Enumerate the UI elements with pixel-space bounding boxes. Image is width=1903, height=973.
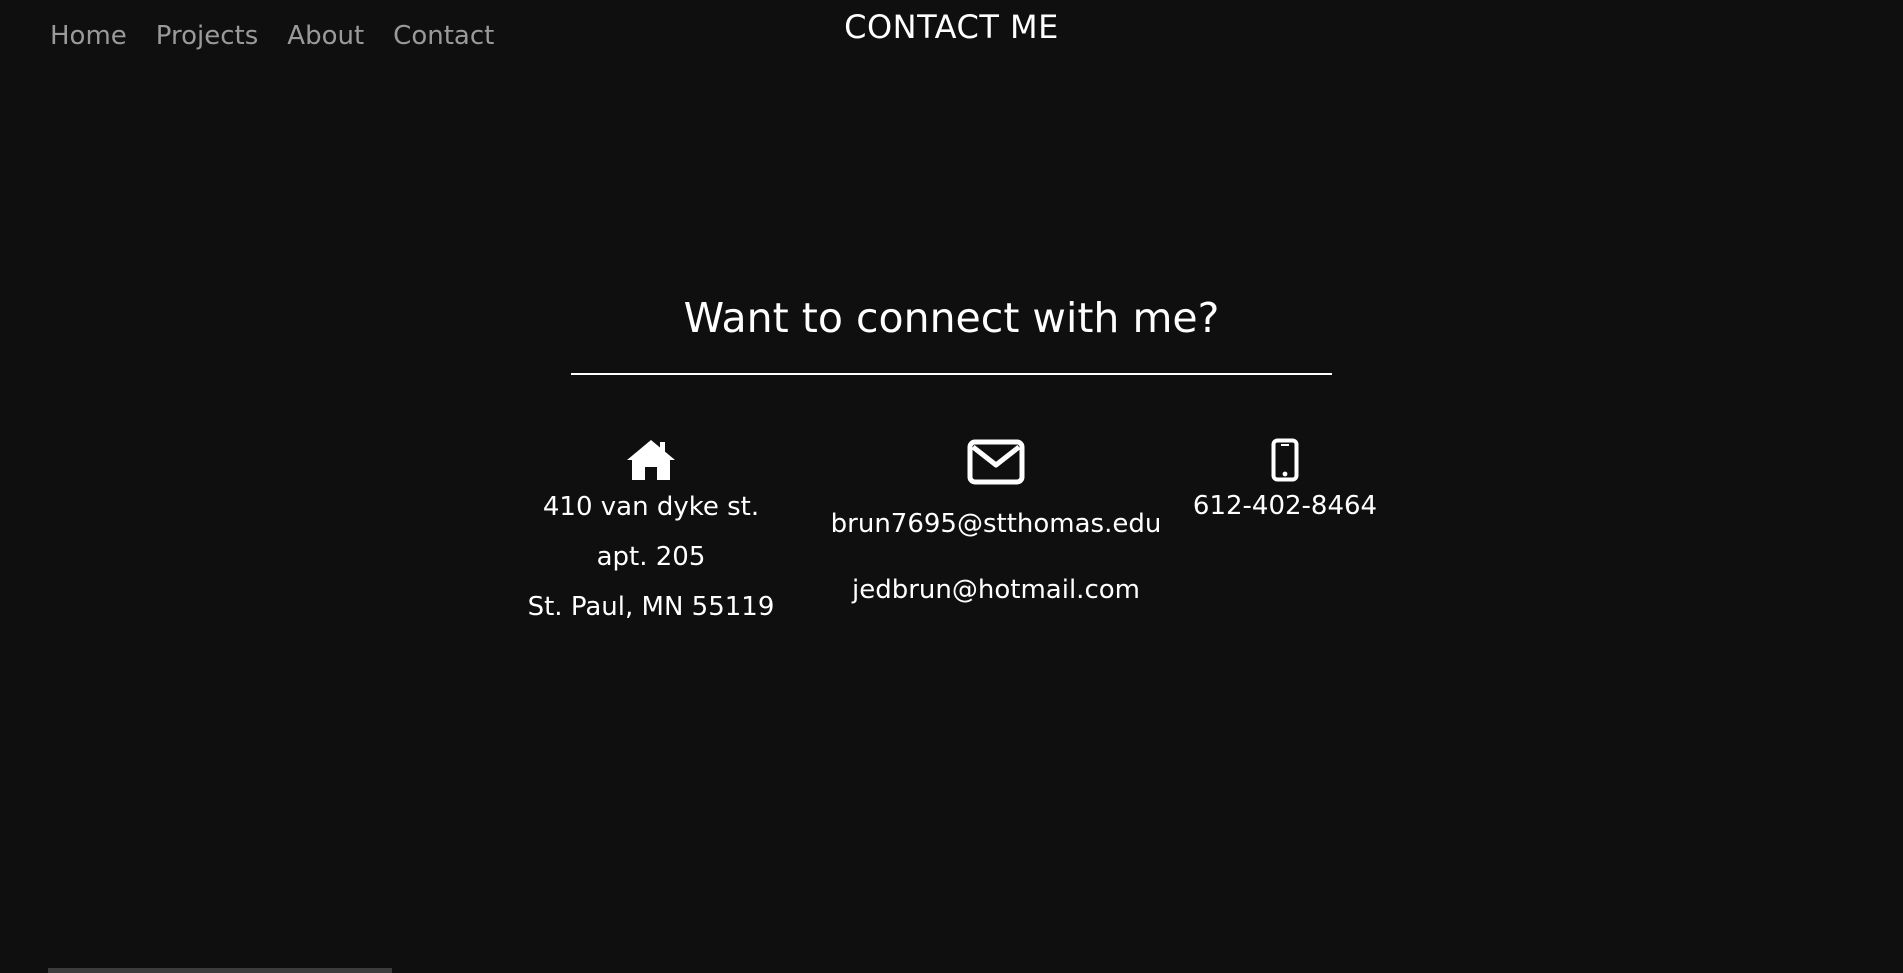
headline-divider <box>571 373 1332 375</box>
mobile-phone-icon <box>1271 438 1299 482</box>
email-link-primary[interactable]: brun7695@stthomas.edu <box>815 506 1177 542</box>
phone-number[interactable]: 612-402-8464 <box>1164 488 1406 524</box>
phone-block: 612-402-8464 <box>1164 438 1406 524</box>
contact-page: Home Projects About Contact CONTACT ME W… <box>0 0 1903 973</box>
address-line-2: apt. 205 <box>596 542 706 572</box>
envelope-icon <box>967 439 1025 485</box>
address-line-3: St. Paul, MN 55119 <box>527 592 775 622</box>
horizontal-scrollbar-thumb[interactable] <box>48 968 392 973</box>
email-block: brun7695@stthomas.edu jedbrun@hotmail.co… <box>815 438 1177 608</box>
address-line-1: 410 van dyke st. <box>542 492 760 522</box>
page-title: CONTACT ME <box>844 8 1059 46</box>
contact-headline: Want to connect with me? <box>683 294 1220 342</box>
address-block: 410 van dyke st. apt. 205 St. Paul, MN 5… <box>491 438 811 632</box>
home-icon <box>627 440 675 480</box>
email-link-secondary[interactable]: jedbrun@hotmail.com <box>815 572 1177 608</box>
